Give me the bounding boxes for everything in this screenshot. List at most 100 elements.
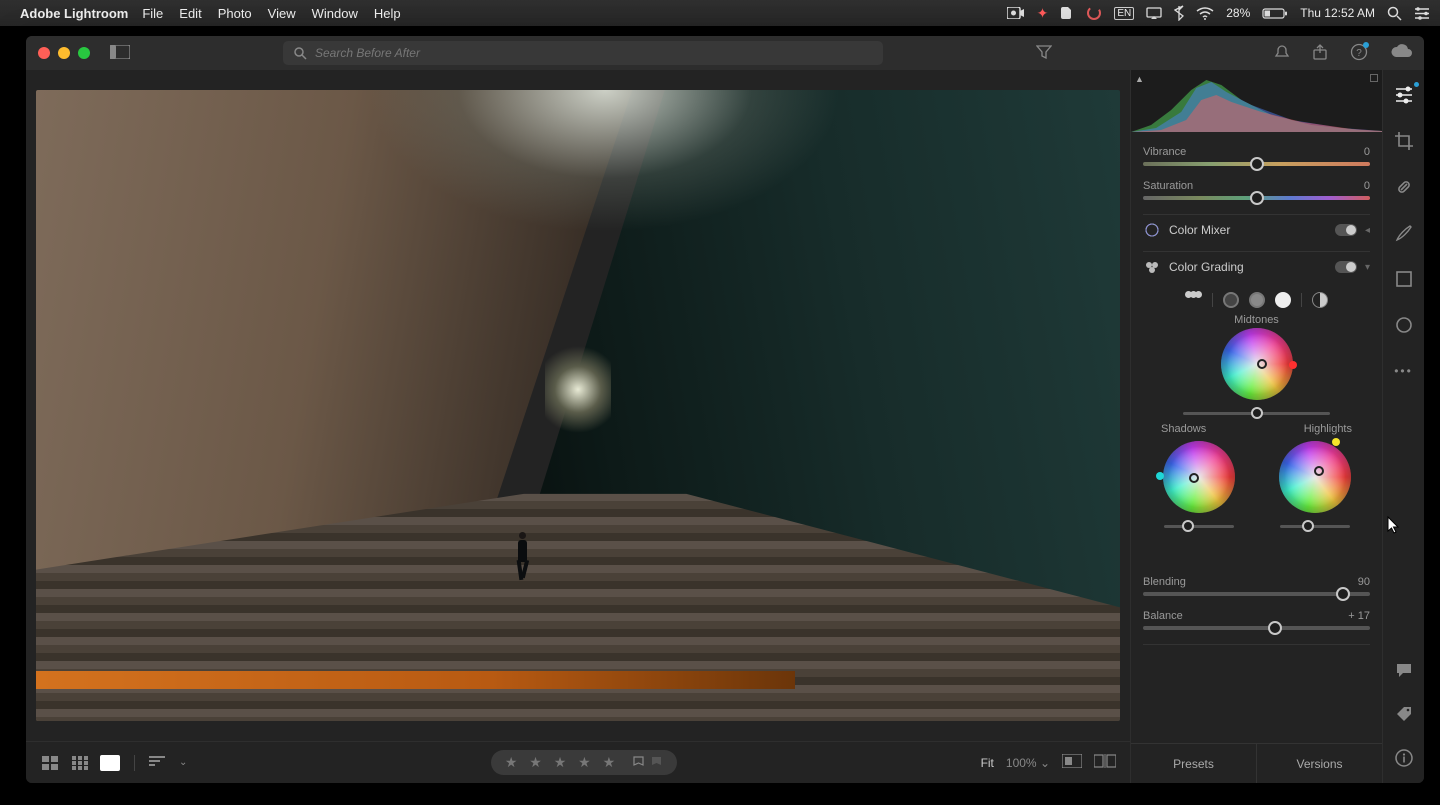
battery-percent: 28%	[1226, 6, 1250, 20]
control-center-icon[interactable]	[1414, 7, 1430, 20]
color-grading-toggle[interactable]	[1335, 261, 1357, 273]
single-view-icon[interactable]	[100, 755, 120, 771]
search-input[interactable]: Search Before After	[283, 41, 883, 65]
spinner-icon[interactable]	[1086, 5, 1102, 21]
color-mixer-chevron-icon[interactable]: ◂	[1365, 225, 1370, 236]
photo-canvas[interactable]	[26, 70, 1130, 741]
vibrance-knob[interactable]	[1250, 157, 1264, 171]
sort-chevron-icon[interactable]: ⌄	[179, 757, 187, 768]
more-tools-icon[interactable]: •••	[1393, 360, 1415, 382]
sort-icon[interactable]	[149, 755, 169, 770]
lightroom-window: Search Before After ?	[26, 36, 1424, 783]
clock[interactable]: Thu 12:52 AM	[1300, 6, 1375, 20]
close-button[interactable]	[38, 47, 50, 59]
color-grading-icon	[1143, 258, 1161, 276]
presets-tab[interactable]: Presets	[1131, 744, 1256, 783]
keywords-icon[interactable]	[1393, 703, 1415, 725]
macos-menubar: Adobe Lightroom File Edit Photo View Win…	[0, 0, 1440, 26]
help-icon[interactable]: ?	[1350, 43, 1368, 64]
edit-panel: ▲ Vibrance0 Saturation0	[1130, 70, 1382, 783]
airplay-icon[interactable]	[1146, 7, 1162, 20]
compare-view-icon[interactable]	[1094, 754, 1116, 771]
canvas-footer: ⌄ ★ ★ ★ ★ ★ Fit 100% ⌄	[26, 741, 1130, 783]
color-mixer-section[interactable]: Color Mixer ◂	[1143, 214, 1370, 245]
zoom-level[interactable]: 100% ⌄	[1006, 756, 1050, 770]
menu-help[interactable]: Help	[374, 6, 401, 21]
svg-text:?: ?	[1356, 48, 1362, 59]
dropbox-icon[interactable]: ✦	[1037, 5, 1049, 22]
color-mixer-toggle[interactable]	[1335, 224, 1357, 236]
panel-bottom-tabs: Presets Versions	[1131, 743, 1382, 783]
grid-small-view-icon[interactable]	[70, 755, 90, 771]
highlights-wheel[interactable]	[1279, 441, 1351, 513]
menu-file[interactable]: File	[142, 6, 163, 21]
menu-edit[interactable]: Edit	[179, 6, 201, 21]
grading-tab-shadows[interactable]	[1223, 292, 1239, 308]
share-icon[interactable]	[1312, 44, 1328, 63]
comments-icon[interactable]	[1393, 659, 1415, 681]
search-icon	[293, 46, 307, 60]
grading-tab-global[interactable]	[1312, 292, 1328, 308]
flag-reject-icon[interactable]	[651, 756, 663, 770]
search-placeholder: Search Before After	[315, 46, 420, 60]
1to1-icon[interactable]	[1062, 754, 1082, 771]
flag-pick-icon[interactable]	[633, 756, 645, 770]
minimize-button[interactable]	[58, 47, 70, 59]
notifications-icon[interactable]	[1274, 44, 1290, 63]
menu-view[interactable]: View	[268, 6, 296, 21]
grading-tab-highlights[interactable]	[1275, 292, 1291, 308]
edit-sliders-tool-icon[interactable]	[1393, 84, 1415, 106]
filter-icon[interactable]	[1036, 45, 1052, 62]
menu-window[interactable]: Window	[312, 6, 358, 21]
bluetooth-icon[interactable]	[1174, 5, 1184, 21]
cloud-sync-icon[interactable]	[1390, 44, 1412, 62]
color-grading-section[interactable]: Color Grading ▾	[1143, 251, 1370, 282]
shadows-label: Shadows	[1161, 423, 1206, 435]
blending-slider[interactable]: Blending90	[1143, 576, 1370, 596]
info-icon[interactable]	[1393, 747, 1415, 769]
tool-strip: •••	[1382, 70, 1424, 783]
battery-icon[interactable]	[1262, 7, 1288, 20]
grading-view-tabs	[1143, 292, 1370, 308]
balance-knob[interactable]	[1268, 621, 1282, 635]
rating-control[interactable]: ★ ★ ★ ★ ★	[491, 750, 677, 775]
saturation-knob[interactable]	[1250, 191, 1264, 205]
shadows-luminance-slider[interactable]	[1164, 525, 1234, 528]
versions-tab[interactable]: Versions	[1256, 744, 1382, 783]
color-mixer-icon	[1143, 221, 1161, 239]
highlights-label: Highlights	[1304, 423, 1352, 435]
color-grading-chevron-icon[interactable]: ▾	[1365, 262, 1370, 273]
maximize-button[interactable]	[78, 47, 90, 59]
evernote-icon[interactable]	[1060, 6, 1074, 20]
left-panel-toggle-icon[interactable]	[110, 45, 130, 62]
wifi-icon[interactable]	[1196, 7, 1214, 20]
midtones-wheel[interactable]	[1221, 328, 1293, 400]
spotlight-icon[interactable]	[1387, 6, 1402, 21]
blending-knob[interactable]	[1336, 587, 1350, 601]
app-name[interactable]: Adobe Lightroom	[20, 6, 128, 21]
midtones-luminance-slider[interactable]	[1183, 412, 1330, 415]
shadows-wheel[interactable]	[1163, 441, 1235, 513]
histogram[interactable]: ▲	[1131, 70, 1382, 132]
grid-large-view-icon[interactable]	[40, 755, 60, 771]
menubar-tray: ✦ EN 28% Thu 12:52 AM	[1007, 5, 1430, 22]
linear-gradient-tool-icon[interactable]	[1393, 268, 1415, 290]
saturation-slider[interactable]: Saturation0	[1143, 180, 1370, 200]
grading-tab-midtones[interactable]	[1249, 292, 1265, 308]
crop-tool-icon[interactable]	[1393, 130, 1415, 152]
traffic-lights	[38, 47, 90, 59]
balance-slider[interactable]: Balance+ 17	[1143, 610, 1370, 630]
fit-button[interactable]: Fit	[981, 756, 994, 770]
grading-tab-all[interactable]	[1186, 292, 1202, 308]
photo	[36, 90, 1120, 721]
screenrec-icon[interactable]	[1007, 7, 1025, 19]
rating-stars[interactable]: ★ ★ ★ ★ ★	[505, 754, 619, 771]
input-icon[interactable]: EN	[1114, 7, 1134, 20]
window-titlebar: Search Before After ?	[26, 36, 1424, 70]
brush-tool-icon[interactable]	[1393, 222, 1415, 244]
vibrance-slider[interactable]: Vibrance0	[1143, 146, 1370, 166]
menu-photo[interactable]: Photo	[218, 6, 252, 21]
highlights-luminance-slider[interactable]	[1280, 525, 1350, 528]
healing-tool-icon[interactable]	[1393, 176, 1415, 198]
radial-gradient-tool-icon[interactable]	[1393, 314, 1415, 336]
